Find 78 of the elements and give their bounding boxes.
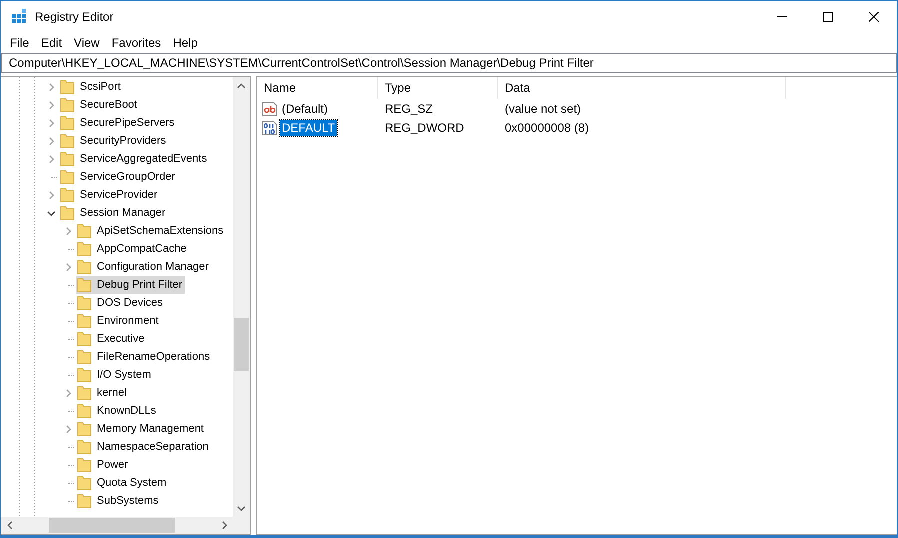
tree-item[interactable]: ApiSetSchemaExtensions <box>76 222 226 240</box>
menu-item[interactable]: Help <box>167 34 204 52</box>
menu-item[interactable]: View <box>68 34 106 52</box>
folder-icon <box>60 79 75 95</box>
folder-icon <box>77 457 92 473</box>
column-header[interactable]: Type <box>378 77 498 99</box>
scrollbar-thumb[interactable] <box>234 318 249 371</box>
string-value-icon <box>262 100 278 116</box>
folder-icon <box>77 421 92 437</box>
tree-item[interactable]: ServiceGroupOrder <box>59 168 178 186</box>
value-name[interactable]: (Default) <box>280 100 330 116</box>
tree-item[interactable]: Environment <box>76 312 161 330</box>
tree-item[interactable]: Memory Management <box>76 420 206 438</box>
folder-icon <box>77 493 92 509</box>
tree-item[interactable]: KnownDLLs <box>76 402 158 420</box>
folder-icon <box>77 475 92 491</box>
folder-icon <box>77 349 92 365</box>
folder-icon <box>77 313 92 329</box>
tree-item[interactable]: DOS Devices <box>76 294 166 312</box>
scroll-right-icon[interactable] <box>222 521 228 530</box>
folder-icon <box>77 403 92 419</box>
window-title: Registry Editor <box>35 10 114 24</box>
scroll-up-icon[interactable] <box>237 82 246 88</box>
menu-item[interactable]: Favorites <box>106 34 168 52</box>
close-icon <box>869 12 879 22</box>
value-name[interactable]: DEFAULT <box>280 120 338 136</box>
menu-item[interactable]: Edit <box>35 34 68 52</box>
tree-item[interactable]: SecureBoot <box>59 96 140 114</box>
value-type: REG_DWORD <box>385 120 464 134</box>
folder-icon <box>77 385 92 401</box>
tree-item[interactable]: FileRenameOperations <box>76 348 212 366</box>
folder-icon <box>60 151 75 167</box>
horizontal-scrollbar[interactable] <box>1 517 233 534</box>
value-data: 0x00000008 (8) <box>505 120 590 134</box>
folder-icon <box>60 115 75 131</box>
scroll-down-icon[interactable] <box>237 506 246 512</box>
registry-app-icon <box>11 8 27 24</box>
tree-item[interactable]: SecurePipeServers <box>59 114 177 132</box>
folder-icon <box>77 331 92 347</box>
tree-item[interactable]: SubSystems <box>76 492 161 510</box>
tree-item[interactable]: Session Manager <box>59 204 168 222</box>
scroll-left-icon[interactable] <box>6 521 12 530</box>
tree-item[interactable]: Configuration Manager <box>76 258 211 276</box>
tree-item[interactable]: AppCompatCache <box>76 240 189 258</box>
tree-item[interactable]: kernel <box>76 384 129 402</box>
tree-item[interactable]: NamespaceSeparation <box>76 438 211 456</box>
tree-item[interactable]: Debug Print Filter <box>76 276 185 294</box>
tree-item[interactable]: ServiceProvider <box>59 186 160 204</box>
tree-item[interactable]: Quota System <box>76 474 169 492</box>
value-type: REG_SZ <box>385 102 434 116</box>
folder-icon <box>77 295 92 311</box>
column-header[interactable]: Name <box>257 77 378 99</box>
menu-item[interactable]: File <box>4 34 36 52</box>
folder-icon <box>60 169 75 185</box>
tree-item[interactable]: ServiceAggregatedEvents <box>59 150 210 168</box>
maximize-icon <box>823 12 833 22</box>
scrollbar-thumb[interactable] <box>49 518 175 533</box>
folder-icon <box>60 205 75 221</box>
folder-icon <box>77 223 92 239</box>
folder-icon <box>60 133 75 149</box>
folder-icon <box>77 439 92 455</box>
folder-icon <box>77 259 92 275</box>
tree-item[interactable]: SecurityProviders <box>59 132 168 150</box>
chevron-icon[interactable] <box>46 208 56 218</box>
address-field[interactable]: Computer\HKEY_LOCAL_MACHINE\SYSTEM\CurrentControlSet\Control\Session Manager\Debug Print Filter <box>1 53 897 73</box>
folder-icon <box>77 367 92 383</box>
binary-value-icon <box>262 120 278 136</box>
folder-icon <box>60 187 75 203</box>
tree-item[interactable]: Power <box>76 456 130 474</box>
folder-icon <box>77 241 92 257</box>
column-header[interactable]: Data <box>498 77 786 99</box>
tree-item[interactable]: Executive <box>76 330 147 348</box>
folder-icon <box>77 277 92 293</box>
value-data: (value not set) <box>505 102 582 116</box>
tree-item[interactable]: I/O System <box>76 366 154 384</box>
vertical-scrollbar[interactable] <box>233 77 250 517</box>
folder-icon <box>60 97 75 113</box>
tree-item[interactable]: ScsiPort <box>59 78 123 96</box>
